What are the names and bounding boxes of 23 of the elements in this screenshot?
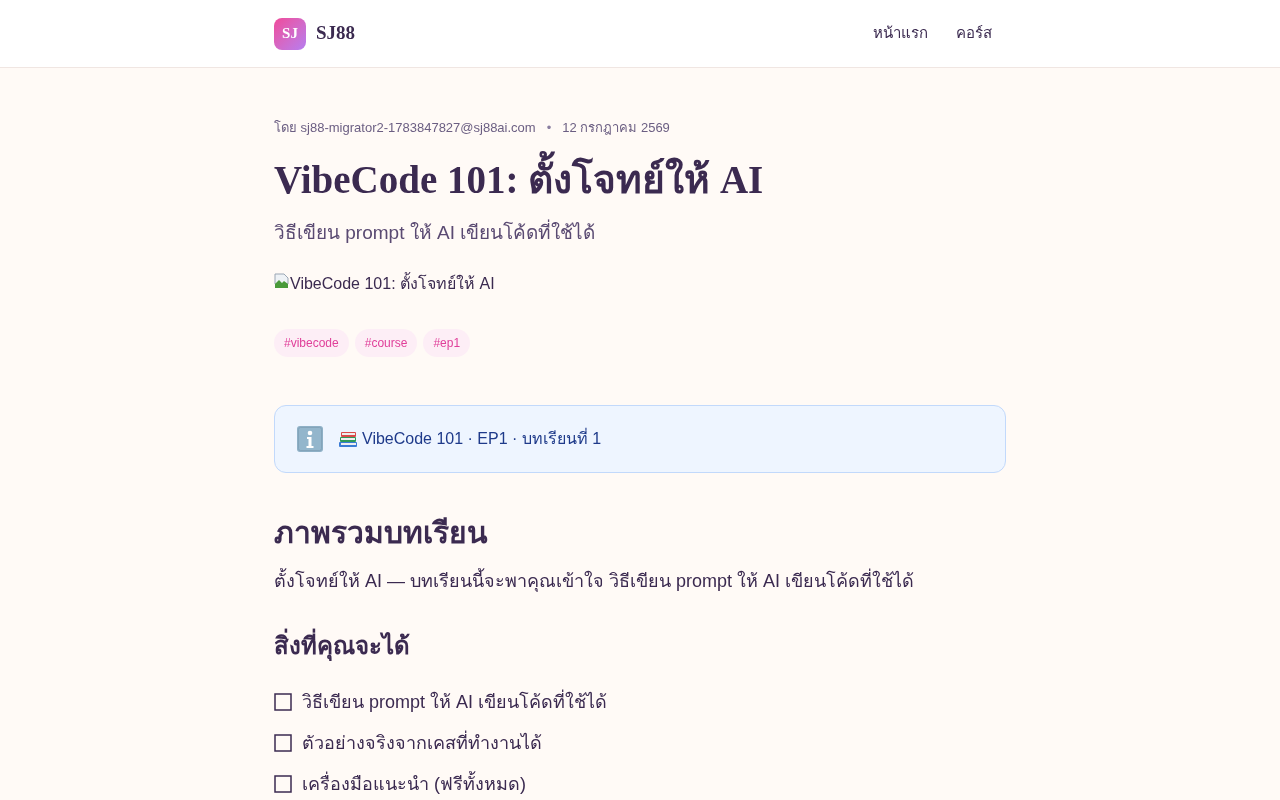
article-subtitle: วิธีเขียน prompt ให้ AI เขียนโค้ดที่ใช้ได้ bbox=[274, 219, 596, 247]
checklist-item-text: เครื่องมือแนะนำ (ฟรีทั้งหมด) bbox=[302, 771, 526, 797]
author-text: โดย sj88-migrator2-1783847827@sj88ai.com bbox=[274, 119, 536, 137]
info-icon bbox=[297, 426, 323, 452]
broken-image-icon bbox=[274, 273, 290, 289]
tag-chip[interactable]: #course bbox=[354, 329, 418, 357]
brand-name[interactable]: SJ88 bbox=[316, 19, 356, 48]
article-title: VibeCode 101: ตั้งโจทย์ให้ AI bbox=[274, 151, 764, 209]
subsection-heading: สิ่งที่คุณจะได้ bbox=[274, 630, 410, 662]
nav-link[interactable]: หน้าแรก bbox=[859, 16, 942, 51]
logo-icon[interactable]: SJ bbox=[274, 17, 306, 50]
callout-text: VibeCode 101 · EP1 · บทเรียนที่ 1 bbox=[362, 427, 602, 449]
image-alt-text: VibeCode 101: ตั้งโจทย์ให้ AI bbox=[290, 272, 495, 296]
section-heading: ภาพรวมบทเรียน bbox=[274, 515, 488, 551]
books-icon bbox=[338, 430, 358, 448]
tag-chip[interactable]: #vibecode bbox=[274, 329, 349, 357]
checklist-item-text: วิธีเขียน prompt ให้ AI เขียนโค้ดที่ใช้ได้ bbox=[302, 689, 608, 715]
separator-dot: • bbox=[546, 119, 552, 137]
checklist-item-text: ตัวอย่างจริงจากเคสที่ทำงานได้ bbox=[302, 730, 542, 756]
nav-link[interactable]: คอร์ส bbox=[942, 16, 1006, 51]
date-text: 12 กรกฎาคม 2569 bbox=[562, 119, 670, 137]
paragraph-text: ตั้งโจทย์ให้ AI — บทเรียนนี้จะพาคุณเข้าใจ วิธีเขียน prompt ให้ AI เขียนโค้ดที่ใช้ได้ bbox=[274, 567, 915, 595]
tag-chip[interactable]: #ep1 bbox=[423, 329, 471, 357]
